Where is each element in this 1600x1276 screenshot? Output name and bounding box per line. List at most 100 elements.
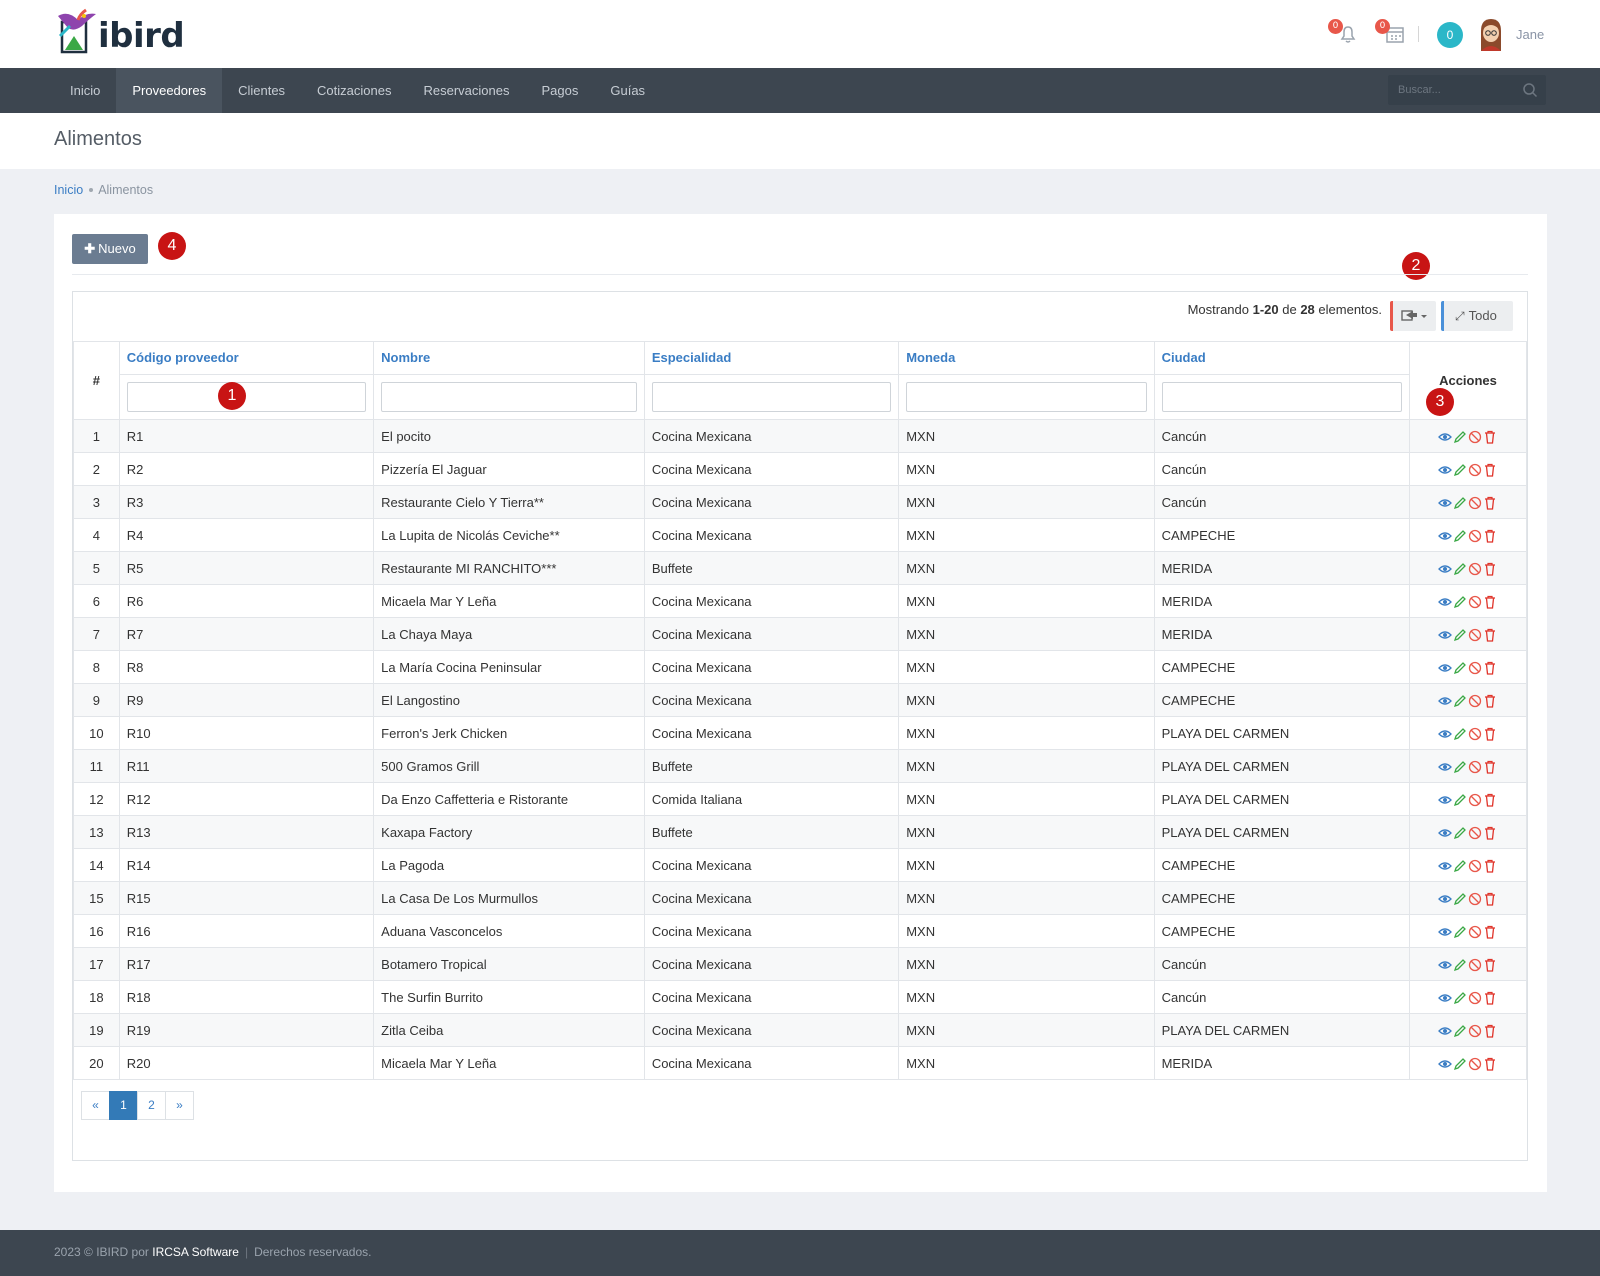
trash-icon[interactable] [1483,760,1497,774]
pencil-icon[interactable] [1453,958,1467,972]
nav-item-cotizaciones[interactable]: Cotizaciones [301,68,407,113]
pencil-icon[interactable] [1453,826,1467,840]
pencil-icon[interactable] [1453,496,1467,510]
pagination-next-button[interactable]: » [165,1091,194,1120]
ban-icon[interactable] [1468,892,1482,906]
ban-icon[interactable] [1468,1057,1482,1071]
trash-icon[interactable] [1483,1024,1497,1038]
export-menu-button[interactable] [1390,301,1436,331]
pencil-icon[interactable] [1453,628,1467,642]
pencil-icon[interactable] [1453,1024,1467,1038]
trash-icon[interactable] [1483,793,1497,807]
pencil-icon[interactable] [1453,727,1467,741]
eye-icon[interactable] [1438,1057,1453,1071]
search-input[interactable] [1388,75,1518,105]
ban-icon[interactable] [1468,793,1482,807]
eye-icon[interactable] [1438,595,1453,609]
eye-icon[interactable] [1438,859,1453,873]
ban-icon[interactable] [1468,760,1482,774]
notifications-button[interactable]: 0 [1328,19,1360,46]
ban-icon[interactable] [1468,1024,1482,1038]
ban-icon[interactable] [1468,562,1482,576]
trash-icon[interactable] [1483,727,1497,741]
column-header-specialty[interactable]: Especialidad [643,341,900,375]
filter-city-input[interactable] [1161,382,1402,412]
pencil-icon[interactable] [1453,463,1467,477]
pencil-icon[interactable] [1453,595,1467,609]
toggle-all-button[interactable]: ⤢ Todo [1441,301,1513,331]
ban-icon[interactable] [1468,463,1482,477]
pencil-icon[interactable] [1453,661,1467,675]
eye-icon[interactable] [1438,496,1453,510]
eye-icon[interactable] [1438,892,1453,906]
trash-icon[interactable] [1483,562,1497,576]
nav-item-guias[interactable]: Guías [594,68,661,113]
filter-specialty-input[interactable] [651,382,892,412]
trash-icon[interactable] [1483,826,1497,840]
column-header-code[interactable]: Código proveedor [118,341,375,375]
trash-icon[interactable] [1483,430,1497,444]
trash-icon[interactable] [1483,628,1497,642]
pencil-icon[interactable] [1453,925,1467,939]
eye-icon[interactable] [1438,694,1453,708]
pencil-icon[interactable] [1453,1057,1467,1071]
eye-icon[interactable] [1438,826,1453,840]
nav-item-inicio[interactable]: Inicio [54,68,116,113]
eye-icon[interactable] [1438,529,1453,543]
nav-item-reservaciones[interactable]: Reservaciones [407,68,525,113]
user-name[interactable]: Jane [1516,27,1544,42]
pencil-icon[interactable] [1453,859,1467,873]
trash-icon[interactable] [1483,859,1497,873]
eye-icon[interactable] [1438,760,1453,774]
nav-item-clientes[interactable]: Clientes [222,68,301,113]
ban-icon[interactable] [1468,661,1482,675]
eye-icon[interactable] [1438,991,1453,1005]
new-button[interactable]: ✚ Nuevo [72,234,148,264]
ban-icon[interactable] [1468,826,1482,840]
pencil-icon[interactable] [1453,892,1467,906]
eye-icon[interactable] [1438,958,1453,972]
logo[interactable]: ibird [56,4,185,56]
ban-icon[interactable] [1468,727,1482,741]
pencil-icon[interactable] [1453,430,1467,444]
eye-icon[interactable] [1438,793,1453,807]
footer-company-link[interactable]: IRCSA Software [152,1245,239,1259]
trash-icon[interactable] [1483,694,1497,708]
trash-icon[interactable] [1483,1057,1497,1071]
search-icon[interactable] [1522,82,1538,98]
pencil-icon[interactable] [1453,529,1467,543]
nav-item-pagos[interactable]: Pagos [525,68,594,113]
column-header-city[interactable]: Ciudad [1153,341,1410,375]
trash-icon[interactable] [1483,661,1497,675]
trash-icon[interactable] [1483,463,1497,477]
pencil-icon[interactable] [1453,760,1467,774]
eye-icon[interactable] [1438,661,1453,675]
filter-code-input[interactable] [126,382,367,412]
column-header-name[interactable]: Nombre [373,341,645,375]
pencil-icon[interactable] [1453,793,1467,807]
search-box[interactable] [1388,75,1546,105]
trash-icon[interactable] [1483,529,1497,543]
ban-icon[interactable] [1468,529,1482,543]
ban-icon[interactable] [1468,859,1482,873]
ban-icon[interactable] [1468,694,1482,708]
calendar-button[interactable]: 0 [1375,19,1407,46]
ban-icon[interactable] [1468,991,1482,1005]
pagination-page-2[interactable]: 2 [137,1091,166,1120]
ban-icon[interactable] [1468,925,1482,939]
ban-icon[interactable] [1468,958,1482,972]
eye-icon[interactable] [1438,430,1453,444]
eye-icon[interactable] [1438,463,1453,477]
avatar[interactable] [1477,17,1505,51]
eye-icon[interactable] [1438,727,1453,741]
breadcrumb-home-link[interactable]: Inicio [54,183,83,197]
column-header-currency[interactable]: Moneda [898,341,1155,375]
cart-counter[interactable]: 0 [1437,22,1463,48]
pencil-icon[interactable] [1453,694,1467,708]
pagination-page-1[interactable]: 1 [109,1091,138,1120]
ban-icon[interactable] [1468,595,1482,609]
filter-name-input[interactable] [381,382,637,412]
trash-icon[interactable] [1483,958,1497,972]
trash-icon[interactable] [1483,925,1497,939]
ban-icon[interactable] [1468,430,1482,444]
